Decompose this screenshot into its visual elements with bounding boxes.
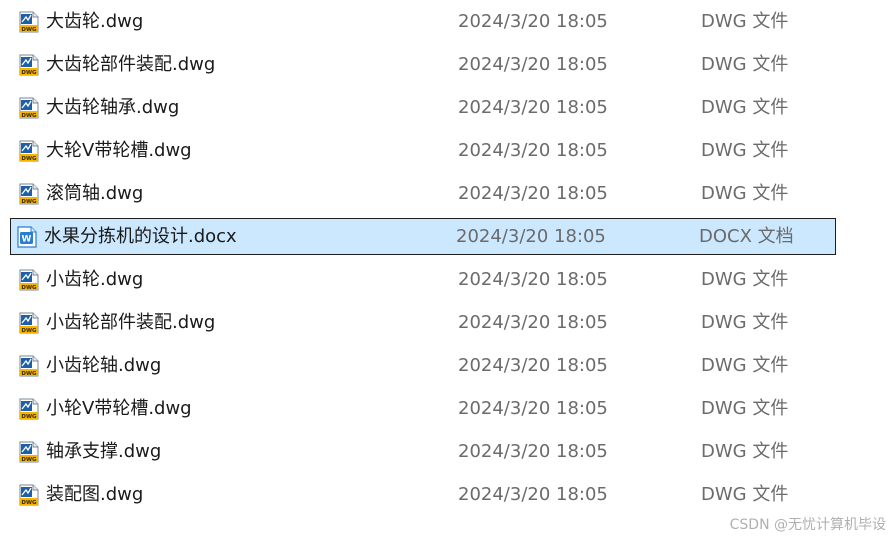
dwg-file-icon: DWG — [19, 11, 39, 33]
svg-text:DWG: DWG — [21, 371, 37, 377]
file-list: DWG 大齿轮.dwg 2024/3/20 18:05 DWG 文件 DWG 大齿轮… — [0, 3, 838, 519]
dwg-file-icon: DWG — [19, 398, 39, 420]
dwg-file-icon: DWG — [19, 269, 39, 291]
svg-text:DWG: DWG — [21, 156, 37, 162]
file-modified-date: 2024/3/20 18:05 — [458, 54, 608, 75]
file-name: 水果分拣机的设计.docx — [44, 226, 237, 247]
file-type: DWG 文件 — [701, 269, 789, 290]
file-modified-date: 2024/3/20 18:05 — [456, 226, 606, 247]
file-type: DWG 文件 — [701, 312, 789, 333]
dwg-file-icon: DWG — [19, 441, 39, 463]
file-row[interactable]: DWG 小齿轮.dwg 2024/3/20 18:05 DWG 文件 — [0, 261, 838, 298]
file-modified-date: 2024/3/20 18:05 — [458, 140, 608, 161]
file-modified-date: 2024/3/20 18:05 — [458, 355, 608, 376]
svg-text:DWG: DWG — [21, 113, 37, 119]
watermark: CSDN @无忧计算机毕设 — [729, 517, 886, 533]
file-name: 大轮V带轮槽.dwg — [46, 140, 192, 161]
svg-text:DWG: DWG — [21, 199, 37, 205]
file-type: DWG 文件 — [701, 183, 789, 204]
file-modified-date: 2024/3/20 18:05 — [458, 398, 608, 419]
file-name: 大齿轮轴承.dwg — [46, 97, 180, 118]
dwg-file-icon: DWG — [19, 97, 39, 119]
svg-text:DWG: DWG — [21, 27, 37, 33]
dwg-file-icon: DWG — [19, 54, 39, 76]
file-row[interactable]: DWG 滚筒轴.dwg 2024/3/20 18:05 DWG 文件 — [0, 175, 838, 212]
file-name: 滚筒轴.dwg — [46, 183, 144, 204]
file-row[interactable]: DWG 小齿轮轴.dwg 2024/3/20 18:05 DWG 文件 — [0, 347, 838, 384]
svg-text:DWG: DWG — [21, 328, 37, 334]
dwg-file-icon: DWG — [19, 183, 39, 205]
file-row[interactable]: DWG 装配图.dwg 2024/3/20 18:05 DWG 文件 — [0, 476, 838, 513]
file-name: 小轮V带轮槽.dwg — [46, 398, 192, 419]
file-row[interactable]: W 水果分拣机的设计.docx 2024/3/20 18:05 DOCX 文档 — [10, 218, 836, 255]
file-name: 大齿轮部件装配.dwg — [46, 54, 216, 75]
svg-text:DWG: DWG — [21, 414, 37, 420]
file-type: DWG 文件 — [701, 484, 789, 505]
svg-text:DWG: DWG — [21, 457, 37, 463]
file-type: DWG 文件 — [701, 11, 789, 32]
svg-text:DWG: DWG — [21, 285, 37, 291]
file-row[interactable]: DWG 大齿轮.dwg 2024/3/20 18:05 DWG 文件 — [0, 3, 838, 40]
dwg-file-icon: DWG — [19, 140, 39, 162]
file-type: DWG 文件 — [701, 398, 789, 419]
svg-text:DWG: DWG — [21, 500, 37, 506]
file-name: 装配图.dwg — [46, 484, 144, 505]
file-modified-date: 2024/3/20 18:05 — [458, 441, 608, 462]
file-type: DWG 文件 — [701, 140, 789, 161]
file-row[interactable]: DWG 大齿轮轴承.dwg 2024/3/20 18:05 DWG 文件 — [0, 89, 838, 126]
file-name: 轴承支撑.dwg — [46, 441, 162, 462]
file-modified-date: 2024/3/20 18:05 — [458, 484, 608, 505]
dwg-file-icon: DWG — [19, 312, 39, 334]
file-type: DOCX 文档 — [699, 226, 794, 247]
file-modified-date: 2024/3/20 18:05 — [458, 312, 608, 333]
file-type: DWG 文件 — [701, 355, 789, 376]
svg-text:W: W — [22, 235, 32, 245]
file-type: DWG 文件 — [701, 97, 789, 118]
file-name: 小齿轮轴.dwg — [46, 355, 162, 376]
file-modified-date: 2024/3/20 18:05 — [458, 11, 608, 32]
file-name: 小齿轮部件装配.dwg — [46, 312, 216, 333]
file-modified-date: 2024/3/20 18:05 — [458, 183, 608, 204]
svg-text:DWG: DWG — [21, 70, 37, 76]
word-document-icon: W — [17, 226, 37, 248]
file-modified-date: 2024/3/20 18:05 — [458, 97, 608, 118]
file-type: DWG 文件 — [701, 441, 789, 462]
dwg-file-icon: DWG — [19, 355, 39, 377]
file-row[interactable]: DWG 大轮V带轮槽.dwg 2024/3/20 18:05 DWG 文件 — [0, 132, 838, 169]
file-modified-date: 2024/3/20 18:05 — [458, 269, 608, 290]
file-name: 大齿轮.dwg — [46, 11, 144, 32]
file-row[interactable]: DWG 大齿轮部件装配.dwg 2024/3/20 18:05 DWG 文件 — [0, 46, 838, 83]
file-name: 小齿轮.dwg — [46, 269, 144, 290]
file-row[interactable]: DWG 轴承支撑.dwg 2024/3/20 18:05 DWG 文件 — [0, 433, 838, 470]
dwg-file-icon: DWG — [19, 484, 39, 506]
file-type: DWG 文件 — [701, 54, 789, 75]
file-row[interactable]: DWG 小轮V带轮槽.dwg 2024/3/20 18:05 DWG 文件 — [0, 390, 838, 427]
file-row[interactable]: DWG 小齿轮部件装配.dwg 2024/3/20 18:05 DWG 文件 — [0, 304, 838, 341]
